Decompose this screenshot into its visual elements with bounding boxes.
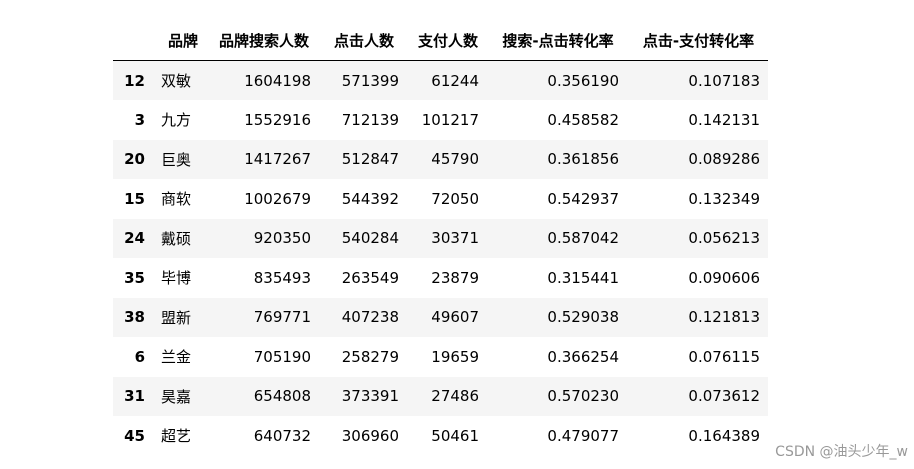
cell-search: 654808 bbox=[253, 387, 311, 406]
cell-pay: 72050 bbox=[431, 189, 479, 208]
dataframe-table: 品牌 品牌搜索人数 点击人数 支付人数 搜索-点击转化率 点击-支付转化率 12… bbox=[113, 20, 768, 456]
table-header: 品牌 品牌搜索人数 点击人数 支付人数 搜索-点击转化率 点击-支付转化率 bbox=[113, 20, 768, 61]
cell-brand: 兰金 bbox=[161, 348, 192, 367]
row-index: 3 bbox=[134, 110, 145, 129]
cell-click: 263549 bbox=[341, 268, 399, 287]
cell-click-pay-rate: 0.142131 bbox=[688, 110, 760, 129]
cell-search-click-rate: 0.542937 bbox=[547, 189, 619, 208]
row-index: 6 bbox=[134, 347, 145, 366]
header-search-count: 品牌搜索人数 bbox=[218, 31, 309, 50]
watermark: CSDN @油头少年_w bbox=[775, 444, 908, 460]
cell-brand: 巨奥 bbox=[161, 150, 192, 169]
cell-click: 407238 bbox=[341, 308, 399, 327]
table-row: 12 双敏 1604198 571399 61244 0.356190 0.10… bbox=[113, 60, 768, 100]
cell-brand: 九方 bbox=[161, 111, 192, 130]
row-index: 38 bbox=[124, 308, 145, 327]
cell-click: 712139 bbox=[341, 110, 399, 129]
cell-pay: 30371 bbox=[431, 229, 479, 248]
row-index: 31 bbox=[124, 387, 145, 406]
table-row: 35 毕博 835493 263549 23879 0.315441 0.090… bbox=[113, 258, 768, 298]
table-row: 31 昊嘉 654808 373391 27486 0.570230 0.073… bbox=[113, 376, 768, 416]
cell-search: 1417267 bbox=[244, 150, 311, 169]
cell-pay: 27486 bbox=[431, 387, 479, 406]
cell-search: 1604198 bbox=[244, 71, 311, 90]
cell-search-click-rate: 0.458582 bbox=[547, 110, 619, 129]
cell-search-click-rate: 0.361856 bbox=[547, 150, 619, 169]
row-index: 45 bbox=[124, 426, 145, 445]
table-body: 12 双敏 1604198 571399 61244 0.356190 0.10… bbox=[113, 60, 768, 456]
cell-click-pay-rate: 0.090606 bbox=[688, 268, 760, 287]
cell-search-click-rate: 0.366254 bbox=[547, 347, 619, 366]
cell-brand: 商软 bbox=[161, 190, 192, 209]
cell-click: 544392 bbox=[341, 189, 399, 208]
cell-click-pay-rate: 0.164389 bbox=[688, 426, 760, 445]
row-index: 35 bbox=[124, 268, 145, 287]
header-click-pay-rate: 点击-支付转化率 bbox=[642, 31, 755, 50]
header-search-click-rate: 搜索-点击转化率 bbox=[502, 31, 614, 50]
cell-search: 835493 bbox=[253, 268, 311, 287]
cell-brand: 盟新 bbox=[161, 308, 192, 327]
cell-pay: 19659 bbox=[431, 347, 479, 366]
cell-click: 512847 bbox=[341, 150, 399, 169]
cell-pay: 45790 bbox=[431, 150, 479, 169]
header-index bbox=[113, 20, 157, 61]
cell-search-click-rate: 0.570230 bbox=[547, 387, 619, 406]
cell-search: 1002679 bbox=[244, 189, 311, 208]
header-click-count: 点击人数 bbox=[333, 31, 394, 50]
row-index: 20 bbox=[124, 150, 145, 169]
cell-search-click-rate: 0.479077 bbox=[547, 426, 619, 445]
table-row: 3 九方 1552916 712139 101217 0.458582 0.14… bbox=[113, 100, 768, 140]
cell-pay: 101217 bbox=[421, 110, 479, 129]
cell-pay: 50461 bbox=[431, 426, 479, 445]
cell-search: 769771 bbox=[253, 308, 311, 327]
cell-brand: 毕博 bbox=[161, 269, 192, 288]
cell-click-pay-rate: 0.132349 bbox=[688, 189, 760, 208]
header-brand: 品牌 bbox=[167, 31, 198, 50]
cell-pay: 61244 bbox=[431, 71, 479, 90]
table-row: 20 巨奥 1417267 512847 45790 0.361856 0.08… bbox=[113, 139, 768, 179]
cell-click: 258279 bbox=[341, 347, 399, 366]
table-row: 38 盟新 769771 407238 49607 0.529038 0.121… bbox=[113, 297, 768, 337]
cell-click-pay-rate: 0.089286 bbox=[688, 150, 760, 169]
cell-click: 571399 bbox=[341, 71, 399, 90]
cell-click-pay-rate: 0.056213 bbox=[688, 229, 760, 248]
cell-pay: 23879 bbox=[431, 268, 479, 287]
cell-search: 640732 bbox=[253, 426, 311, 445]
row-index: 15 bbox=[124, 189, 145, 208]
table-row: 15 商软 1002679 544392 72050 0.542937 0.13… bbox=[113, 179, 768, 219]
cell-search: 1552916 bbox=[244, 110, 311, 129]
cell-search-click-rate: 0.315441 bbox=[547, 268, 619, 287]
cell-brand: 双敏 bbox=[161, 72, 192, 90]
cell-click-pay-rate: 0.107183 bbox=[688, 71, 760, 90]
dataframe-output: 品牌 品牌搜索人数 点击人数 支付人数 搜索-点击转化率 点击-支付转化率 12… bbox=[113, 20, 768, 456]
row-index: 12 bbox=[124, 71, 145, 90]
cell-brand: 超艺 bbox=[161, 427, 192, 446]
header-pay-count: 支付人数 bbox=[417, 31, 478, 50]
cell-pay: 49607 bbox=[431, 308, 479, 327]
cell-search: 705190 bbox=[253, 347, 311, 366]
cell-click: 373391 bbox=[341, 387, 399, 406]
cell-search-click-rate: 0.356190 bbox=[547, 71, 619, 90]
cell-brand: 戴硕 bbox=[161, 229, 192, 248]
table-row: 24 戴硕 920350 540284 30371 0.587042 0.056… bbox=[113, 218, 768, 258]
row-index: 24 bbox=[124, 229, 145, 248]
header-row: 品牌 品牌搜索人数 点击人数 支付人数 搜索-点击转化率 点击-支付转化率 bbox=[113, 20, 768, 61]
table-row: 45 超艺 640732 306960 50461 0.479077 0.164… bbox=[113, 416, 768, 456]
cell-click: 306960 bbox=[341, 426, 399, 445]
cell-click: 540284 bbox=[341, 229, 399, 248]
cell-click-pay-rate: 0.076115 bbox=[688, 347, 760, 366]
table-row: 6 兰金 705190 258279 19659 0.366254 0.0761… bbox=[113, 337, 768, 377]
cell-search: 920350 bbox=[253, 229, 311, 248]
cell-brand: 昊嘉 bbox=[161, 387, 192, 406]
cell-click-pay-rate: 0.073612 bbox=[688, 387, 760, 406]
cell-search-click-rate: 0.529038 bbox=[547, 308, 619, 327]
cell-click-pay-rate: 0.121813 bbox=[688, 308, 760, 327]
cell-search-click-rate: 0.587042 bbox=[547, 229, 619, 248]
